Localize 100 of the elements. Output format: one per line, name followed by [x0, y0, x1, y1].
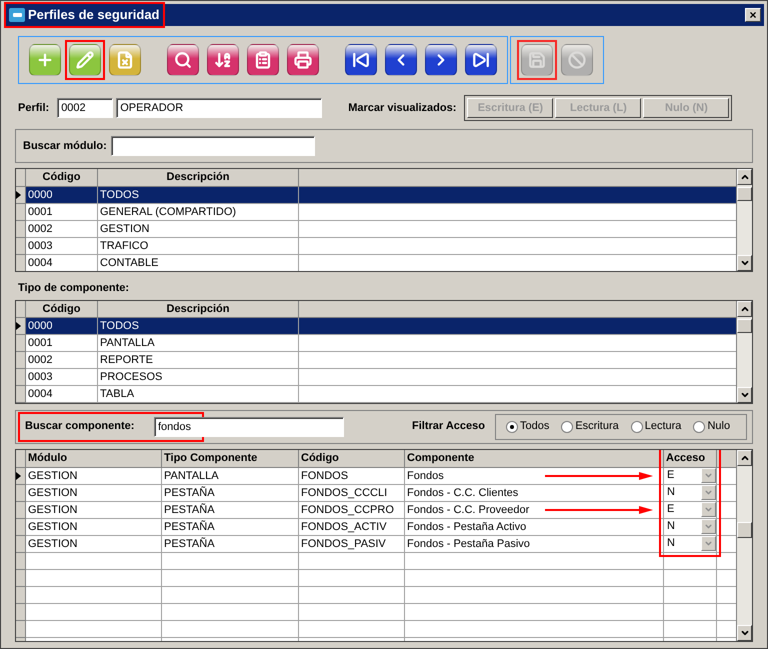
row-header-cell[interactable] [16, 254, 26, 271]
table-cell: TRAFICO [98, 238, 299, 254]
table-cell: 0002 [26, 220, 98, 238]
radio-option[interactable]: Nulo [693, 418, 730, 435]
column-header[interactable]: Descripción [98, 169, 299, 186]
access-dropdown[interactable]: E [664, 468, 717, 484]
grid-row[interactable]: 0001 GENERAL (COMPARTIDO) [16, 204, 736, 220]
save-icon [528, 51, 546, 69]
table-cell [664, 586, 717, 604]
row-pointer-icon [16, 472, 21, 480]
grid-row[interactable]: 0000 TODOS [16, 318, 736, 335]
table-cell: GESTION [26, 536, 162, 552]
table-cell: CONTABLE [98, 254, 299, 271]
column-header[interactable]: Tipo Componente [162, 450, 299, 466]
radio-button[interactable] [630, 420, 643, 432]
grid-row[interactable]: 0000 TODOS [16, 186, 736, 204]
field-label: Buscar componente: [25, 419, 134, 434]
radio-button[interactable] [693, 420, 706, 432]
radio-button[interactable] [561, 420, 574, 432]
row-header-cell[interactable] [16, 204, 26, 220]
table-cell: 0000 [26, 186, 98, 204]
row-header-cell[interactable] [16, 386, 26, 402]
scroll-down-button[interactable] [737, 255, 752, 271]
scroll-up-button[interactable] [737, 300, 752, 316]
column-header[interactable]: Acceso [664, 450, 717, 466]
section-label: Tipo de componente: [18, 281, 130, 296]
access-dropdown[interactable]: E [664, 502, 717, 518]
row-header-cell[interactable] [16, 468, 26, 484]
row-header-cell[interactable] [16, 352, 26, 369]
search-icon [174, 51, 192, 69]
field-label: Marcar visualizados: [348, 100, 456, 116]
column-header[interactable]: Descripción [98, 300, 299, 317]
code-field[interactable]: 0002 [57, 98, 114, 118]
field-label: Filtrar Acceso [412, 419, 485, 434]
document-x-icon [116, 51, 134, 69]
grid-row[interactable]: 0004 TABLA [16, 386, 736, 402]
table-cell: GENERAL (COMPARTIDO) [98, 204, 299, 220]
row-header-cell[interactable] [16, 570, 26, 586]
column-header[interactable]: Código [26, 169, 98, 186]
table-cell: GESTION [26, 502, 162, 518]
vertical-scrollbar[interactable] [736, 450, 752, 640]
row-header-cell[interactable] [16, 552, 26, 570]
column-header[interactable]: Código [299, 450, 405, 466]
row-header-cell[interactable] [16, 186, 26, 204]
search-field[interactable] [110, 136, 315, 156]
table-cell: GESTION [26, 518, 162, 536]
row-header-cell[interactable] [16, 238, 26, 254]
grid-row[interactable]: 0003 TRAFICO [16, 238, 736, 254]
column-header[interactable]: Componente [405, 450, 664, 466]
table-cell: PANTALLA [162, 468, 299, 484]
scroll-up-button[interactable] [737, 450, 752, 466]
search-field[interactable]: fondos [154, 416, 344, 436]
radio-button[interactable] [506, 420, 518, 432]
name-field[interactable]: OPERADOR [116, 98, 322, 118]
access-dropdown[interactable]: N [664, 518, 717, 536]
access-value: E [667, 502, 674, 518]
row-header-cell[interactable] [16, 369, 26, 386]
column-header[interactable]: Módulo [26, 450, 162, 466]
table-cell: FONDOS_PASIV [299, 536, 405, 552]
table-cell [664, 620, 717, 638]
row-header-cell[interactable] [16, 318, 26, 335]
close-button[interactable]: × [745, 8, 761, 22]
vertical-scrollbar[interactable] [736, 300, 752, 402]
row-header-cell[interactable] [16, 335, 26, 352]
table-cell: PESTAÑA [162, 502, 299, 518]
sort-icon [214, 51, 232, 69]
access-dropdown[interactable]: N [664, 536, 717, 552]
grid-row[interactable]: 0002 GESTION [16, 220, 736, 238]
scroll-thumb[interactable] [737, 318, 752, 332]
scroll-up-button[interactable] [737, 169, 752, 185]
grid-row[interactable]: 0002 REPORTE [16, 352, 736, 369]
row-header-cell[interactable] [16, 586, 26, 604]
radio-option[interactable]: Lectura [630, 418, 682, 435]
row-header-cell[interactable] [16, 484, 26, 502]
table-cell: FONDOS_CCCLI [299, 484, 405, 502]
column-header[interactable]: Código [26, 300, 98, 317]
row-header-cell[interactable] [16, 536, 26, 552]
scroll-thumb[interactable] [737, 522, 752, 538]
table-cell: REPORTE [98, 352, 299, 369]
row-header-cell[interactable] [16, 604, 26, 620]
scroll-down-button[interactable] [737, 624, 752, 640]
row-header-cell[interactable] [16, 620, 26, 638]
grid-row[interactable]: 0003 PROCESOS [16, 369, 736, 386]
radio-option[interactable]: Todos [506, 418, 550, 435]
row-header-cell[interactable] [16, 220, 26, 238]
first-record-icon [352, 51, 370, 69]
grid-row[interactable]: 0004 CONTABLE [16, 254, 736, 271]
table-cell: FONDOS_CCPRO [299, 502, 405, 518]
radio-option[interactable]: Escritura [561, 418, 619, 435]
scroll-thumb[interactable] [737, 187, 752, 201]
access-dropdown[interactable]: N [664, 484, 717, 502]
printer-icon [294, 51, 312, 69]
table-cell: PESTAÑA [162, 536, 299, 552]
scroll-down-button[interactable] [737, 386, 752, 402]
row-header-cell[interactable] [16, 502, 26, 518]
grid-row[interactable]: 0001 PANTALLA [16, 335, 736, 352]
table-cell: FONDOS [299, 468, 405, 484]
field-label: Buscar módulo: [23, 138, 107, 154]
vertical-scrollbar[interactable] [736, 169, 752, 271]
row-header-cell[interactable] [16, 518, 26, 536]
